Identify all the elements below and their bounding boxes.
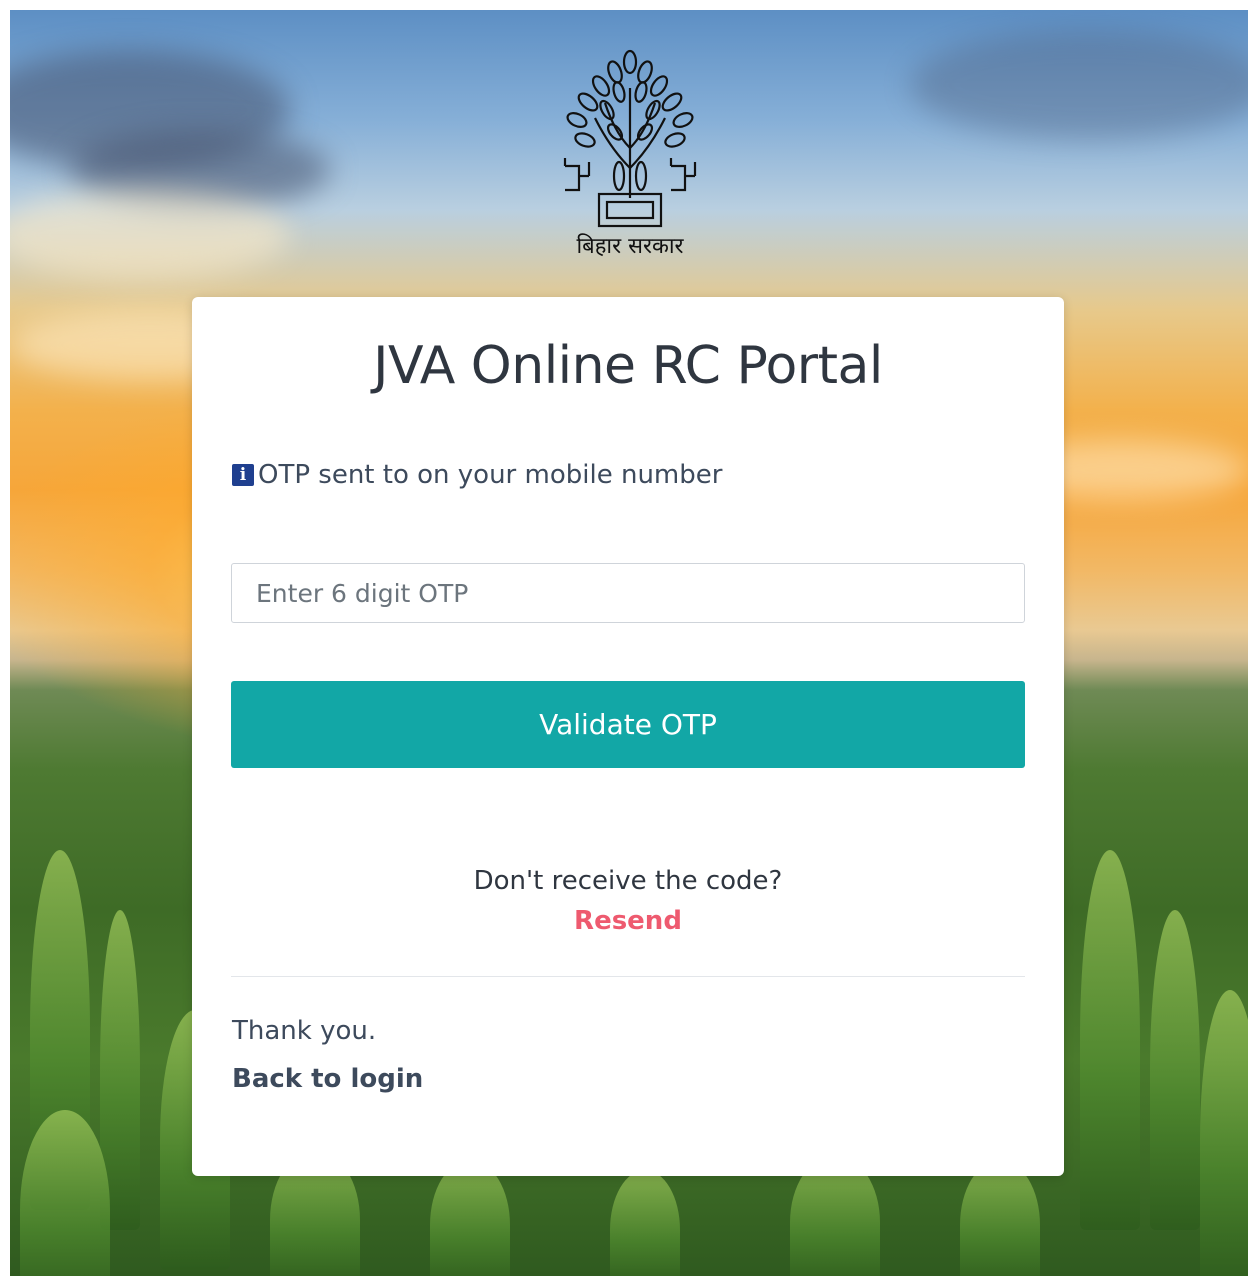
divider [231, 976, 1025, 977]
page: बिहार सरकार JVA Online RC Portal i OTP s… [0, 0, 1248, 1276]
otp-info-text: OTP sent to on your mobile number [258, 460, 723, 490]
validate-otp-button[interactable]: Validate OTP [231, 681, 1025, 768]
svg-text:बिहार सरकार: बिहार सरकार [576, 233, 684, 259]
otp-info-message: i OTP sent to on your mobile number [232, 460, 722, 490]
bihar-government-emblem-icon: बिहार सरकार [555, 48, 705, 260]
otp-input[interactable] [231, 563, 1025, 623]
info-icon: i [232, 464, 254, 486]
page-title: JVA Online RC Portal [373, 336, 883, 396]
no-code-text: Don't receive the code? [473, 866, 783, 896]
thank-you-text: Thank you. [232, 1016, 377, 1046]
resend-link[interactable]: Resend [0, 906, 1248, 936]
back-to-login-link[interactable]: Back to login [232, 1064, 423, 1094]
